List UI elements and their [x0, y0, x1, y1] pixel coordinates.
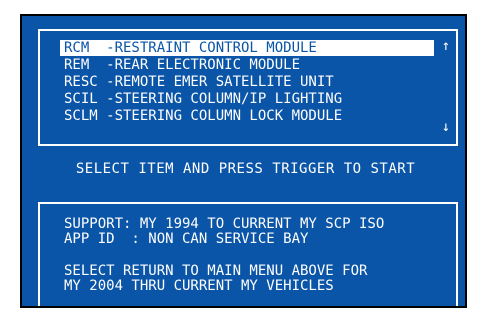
info-panel: SUPPORT: MY 1994 TO CURRENT MY SCP ISO A… — [38, 202, 458, 306]
app-id-text: APP ID : NON CAN SERVICE BAY — [64, 231, 309, 247]
list-item-rem[interactable]: REM -REAR ELECTRONIC MODULE — [60, 57, 434, 73]
module-list[interactable]: RCM -RESTRAINT CONTROL MODULE REM -REAR … — [38, 29, 458, 146]
note-line-2: MY 2004 THRU CURRENT MY VEHICLES — [64, 278, 334, 294]
list-item-sclm[interactable]: SCLM -STEERING COLUMN LOCK MODULE — [60, 108, 434, 124]
list-item-rcm[interactable]: RCM -RESTRAINT CONTROL MODULE — [60, 40, 434, 56]
list-item-scil[interactable]: SCIL -STEERING COLUMN/IP LIGHTING — [60, 91, 434, 107]
instruction-prompt: SELECT ITEM AND PRESS TRIGGER TO START — [75, 161, 416, 177]
diagnostic-screen: RCM -RESTRAINT CONTROL MODULE REM -REAR … — [20, 14, 467, 308]
support-text: SUPPORT: MY 1994 TO CURRENT MY SCP ISO — [64, 216, 385, 232]
list-item-resc[interactable]: RESC -REMOTE EMER SATELLITE UNIT — [60, 74, 434, 90]
note-line-1: SELECT RETURN TO MAIN MENU ABOVE FOR — [64, 263, 368, 279]
up-arrow-icon[interactable]: ↑ — [440, 38, 452, 54]
down-arrow-icon[interactable]: ↓ — [440, 119, 452, 135]
